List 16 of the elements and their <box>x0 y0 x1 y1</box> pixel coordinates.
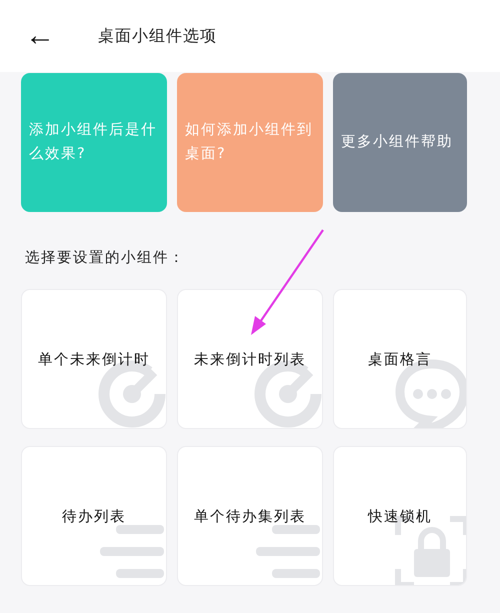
widget-card[interactable]: 桌面格言 <box>333 289 467 429</box>
widget-label: 单个待办集列表 <box>194 508 306 526</box>
widget-card[interactable]: 待办列表 <box>21 446 167 586</box>
section-label: 选择要设置的小组件： <box>25 250 185 266</box>
back-button[interactable]: ← <box>24 21 56 51</box>
widget-card[interactable]: 单个待办集列表 <box>177 446 323 586</box>
widget-label: 桌面格言 <box>368 350 432 368</box>
widget-label: 单个未来倒计时 <box>38 350 150 368</box>
widget-card[interactable]: 未来倒计时列表 <box>177 289 323 429</box>
help-card[interactable]: 更多小组件帮助 <box>333 73 467 212</box>
widget-label: 快速锁机 <box>368 508 432 526</box>
page-title: 桌面小组件选项 <box>98 26 217 46</box>
widget-label: 未来倒计时列表 <box>194 350 306 368</box>
widget-card[interactable]: 快速锁机 <box>333 446 467 586</box>
widget-label: 待办列表 <box>62 508 126 526</box>
widget-card[interactable]: 单个未来倒计时 <box>21 289 167 429</box>
